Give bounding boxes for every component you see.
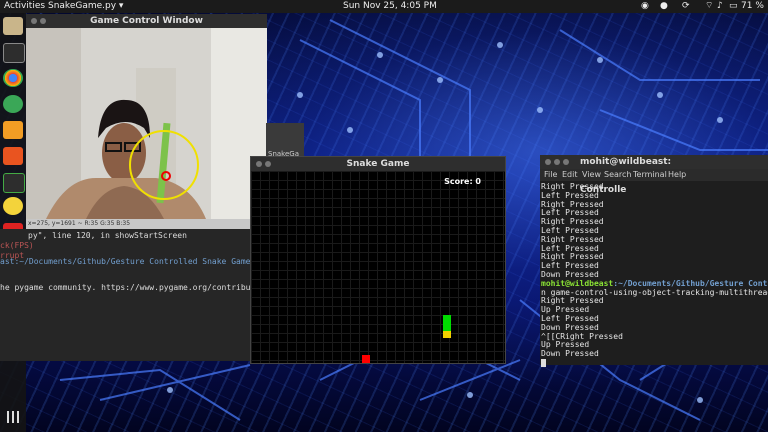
- show-apps-icon[interactable]: [7, 411, 19, 423]
- terminal-line: Up Pressed: [541, 306, 590, 315]
- terminal-line: ^[[CRight Pressed: [541, 332, 623, 341]
- apple: [362, 355, 370, 363]
- terminal-line: Left Pressed: [541, 244, 599, 253]
- camera-window[interactable]: Game Control Window x=275, y=1691 ~ R:35…: [26, 14, 267, 229]
- game-board[interactable]: Score: 0: [251, 171, 505, 363]
- minimize-icon[interactable]: [554, 159, 560, 165]
- menu-terminal[interactable]: Terminal: [633, 169, 667, 181]
- window-title: Game Control Window: [90, 16, 203, 26]
- terminal-menubar: File Edit View Search Terminal Help: [540, 169, 768, 181]
- snake-head: [443, 331, 451, 338]
- terminal-line: Right Pressed: [541, 253, 604, 262]
- software-center-icon[interactable]: [3, 147, 23, 165]
- close-icon[interactable]: [545, 159, 551, 165]
- menu-help[interactable]: Help: [668, 169, 686, 181]
- snake-window-titlebar[interactable]: Snake Game: [251, 157, 505, 171]
- terminal-prompt-line: mohit@wildbeast:~/Documents/Github/Gestu…: [541, 280, 768, 289]
- terminal-line: Left Pressed: [541, 226, 599, 235]
- terminal-line: Up Pressed: [541, 341, 590, 350]
- prompt-user: mohit@wildbeast: [541, 279, 614, 288]
- maximize-icon[interactable]: [563, 159, 569, 165]
- terminal-line: Right Pressed: [541, 218, 604, 227]
- terminal-titlebar[interactable]: mohit@wildbeast: ~/Documents/Github/Gest…: [540, 155, 768, 195]
- minimize-icon[interactable]: [265, 161, 271, 167]
- terminal-line: ck(FPS): [0, 241, 34, 250]
- menu-file[interactable]: File: [544, 169, 557, 181]
- terminal-cursor[interactable]: [541, 358, 768, 368]
- terminal-line: ast:~/Documents/Github/Gesture Controlle…: [0, 257, 275, 266]
- python-icon[interactable]: [3, 197, 23, 215]
- top-panel: Activities SnakeGame.py ▾ Sun Nov 25, 4:…: [0, 0, 768, 13]
- terminal-output[interactable]: Right Pressed Left Pressed Right Pressed…: [541, 183, 768, 368]
- snake-game-window[interactable]: Snake Game Score: 0: [250, 156, 506, 364]
- menu-view[interactable]: View: [582, 169, 601, 181]
- system-monitor-icon[interactable]: [3, 173, 25, 193]
- wifi-icon[interactable]: ⌔: [705, 0, 713, 13]
- sublime-icon[interactable]: [3, 121, 23, 139]
- terminal-line: Down Pressed: [541, 350, 599, 359]
- prompt-path: :~/Documents/Github/Gesture Controlle: [613, 279, 768, 288]
- terminal-line: py", line 120, in showStartScreen: [28, 231, 187, 240]
- camera-window-titlebar[interactable]: Game Control Window: [26, 14, 267, 28]
- terminal-line: Left Pressed: [541, 314, 599, 323]
- terminal-line: Left Pressed: [541, 262, 599, 271]
- chrome-indicator-icon[interactable]: ◉: [641, 0, 649, 13]
- terminal-command: n game-control-using-object-tracking-mul…: [541, 288, 768, 297]
- terminal-window[interactable]: mohit@wildbeast: ~/Documents/Github/Gest…: [540, 155, 768, 368]
- chrome-icon[interactable]: [3, 69, 23, 87]
- record-indicator-icon[interactable]: ●: [660, 0, 668, 13]
- sync-indicator-icon[interactable]: ⟳: [682, 0, 690, 13]
- snake-body: [443, 315, 451, 331]
- battery-percent: 71 %: [741, 1, 764, 11]
- activities-button[interactable]: Activities: [4, 0, 45, 13]
- dock: [0, 13, 26, 432]
- terminal-line: he pygame community. https://www.pygame.…: [0, 283, 275, 292]
- terminal-line: Down Pressed: [541, 323, 599, 332]
- clock[interactable]: Sun Nov 25, 4:05 PM: [343, 0, 437, 13]
- app-menu[interactable]: SnakeGame.py ▾: [48, 0, 123, 13]
- camera-status-bar: x=275, y=1691 ~ R:35 G:35 B:35: [26, 219, 267, 229]
- terminal-line: Left Pressed: [541, 191, 599, 200]
- close-icon[interactable]: [256, 161, 262, 167]
- menu-search[interactable]: Search: [604, 169, 631, 181]
- terminal-line: Down Pressed: [541, 270, 599, 279]
- partial-window[interactable]: SnakeGa: [266, 123, 304, 159]
- background-terminal[interactable]: py", line 120, in showStartScreen ck(FPS…: [0, 229, 275, 361]
- files-icon[interactable]: [3, 17, 23, 35]
- minimize-icon[interactable]: [40, 18, 46, 24]
- menu-edit[interactable]: Edit: [562, 169, 578, 181]
- terminal-line: Right Pressed: [541, 235, 604, 244]
- spotify-icon[interactable]: [3, 95, 23, 113]
- webcam-image: [26, 28, 267, 219]
- terminal-line: Right Pressed: [541, 183, 604, 191]
- window-title: Snake Game: [346, 159, 410, 169]
- score-label: Score: 0: [444, 177, 481, 186]
- terminal-line: Right Pressed: [541, 297, 604, 306]
- volume-icon[interactable]: ♪: [717, 0, 723, 13]
- terminal-line: Left Pressed: [541, 209, 599, 218]
- battery-icon[interactable]: ▭: [729, 0, 738, 13]
- terminal-app-icon[interactable]: [3, 43, 25, 63]
- camera-feed: [26, 28, 267, 219]
- close-icon[interactable]: [31, 18, 37, 24]
- terminal-line: Right Pressed: [541, 200, 604, 209]
